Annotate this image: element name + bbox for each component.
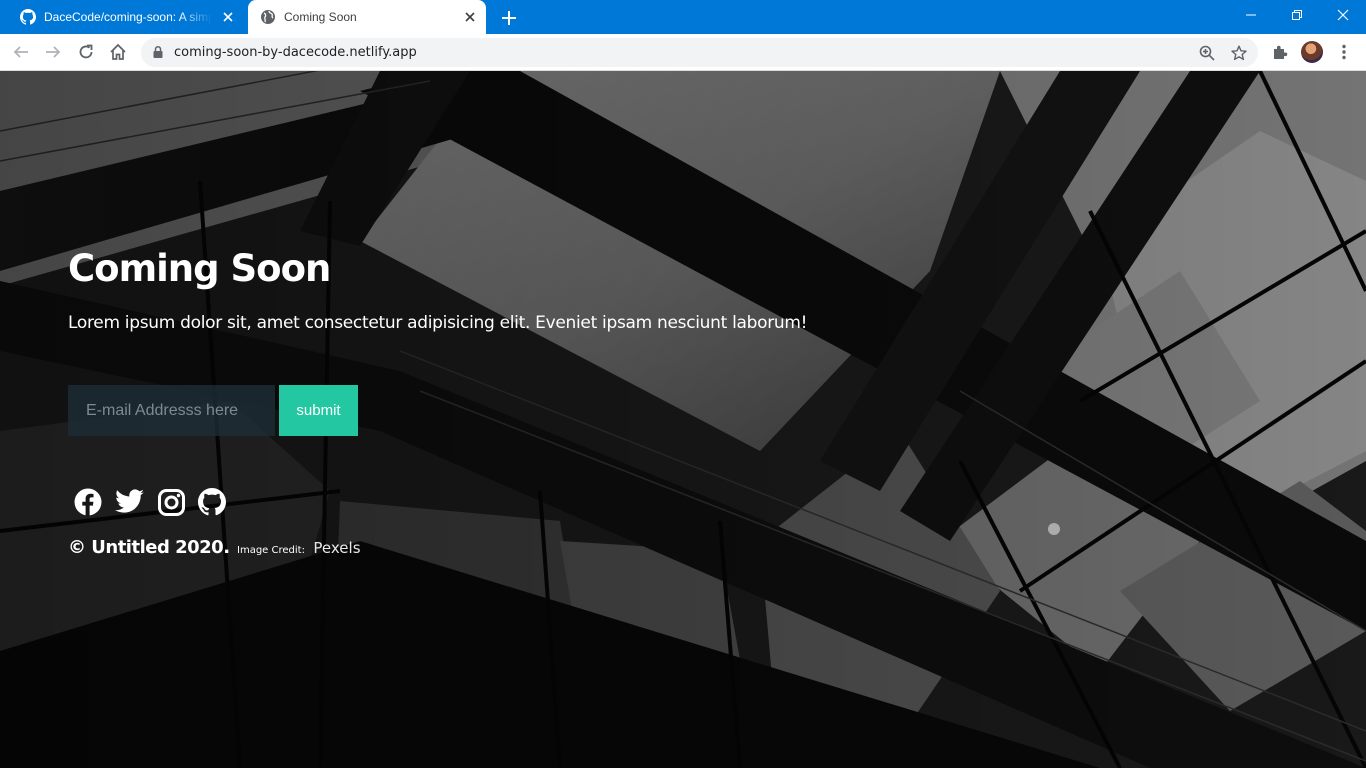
forward-button[interactable] — [40, 39, 66, 65]
avatar[interactable] — [1301, 41, 1323, 63]
restore-icon — [1292, 10, 1302, 20]
close-icon[interactable] — [218, 7, 238, 27]
github-icon[interactable] — [197, 487, 227, 517]
plus-icon — [502, 11, 516, 25]
copyright-text: © Untitled 2020. — [68, 537, 230, 558]
restore-button[interactable] — [1274, 0, 1320, 30]
image-credit-label: Image Credit: — [237, 545, 305, 556]
facebook-icon[interactable] — [73, 487, 103, 517]
page-viewport: Coming Soon Lorem ipsum dolor sit, amet … — [0, 71, 1366, 768]
arrow-right-icon — [46, 46, 61, 58]
star-icon[interactable] — [1229, 43, 1249, 63]
submit-button[interactable]: submit — [279, 385, 358, 436]
close-icon[interactable] — [460, 7, 480, 27]
puzzle-icon — [1274, 45, 1288, 59]
home-icon — [110, 43, 126, 60]
browser-toolbar: coming-soon-by-dacecode.netlify.app — [0, 34, 1366, 71]
page-title: Coming Soon — [68, 247, 331, 290]
tab-coming-soon[interactable]: Coming Soon — [248, 0, 486, 34]
tab-github[interactable]: DaceCode/coming-soon: A simple coming so… — [8, 0, 244, 34]
address-bar[interactable]: coming-soon-by-dacecode.netlify.app — [141, 38, 1258, 67]
tab-strip: DaceCode/coming-soon: A simple coming so… — [0, 0, 1366, 34]
close-icon — [1337, 9, 1349, 21]
arrow-left-icon — [13, 46, 28, 58]
reload-icon — [79, 44, 93, 59]
new-tab-button[interactable] — [498, 7, 520, 29]
lock-icon — [151, 45, 165, 59]
globe-icon — [260, 9, 276, 25]
page-subtitle: Lorem ipsum dolor sit, amet consectetur … — [68, 313, 808, 333]
url-text: coming-soon-by-dacecode.netlify.app — [174, 45, 417, 60]
twitter-icon[interactable] — [115, 487, 145, 517]
home-button[interactable] — [105, 39, 131, 65]
github-icon — [20, 9, 36, 25]
minimize-icon — [1246, 14, 1256, 16]
email-input[interactable] — [68, 385, 275, 436]
zoom-icon[interactable] — [1197, 43, 1217, 63]
pexels-link[interactable]: Pexels — [313, 539, 360, 557]
back-button[interactable] — [8, 39, 34, 65]
minimize-button[interactable] — [1228, 0, 1274, 30]
kebab-menu-icon — [1342, 44, 1346, 60]
menu-button[interactable] — [1331, 39, 1357, 65]
tab-title: DaceCode/coming-soon: A simple coming so… — [44, 10, 212, 24]
instagram-icon[interactable] — [156, 487, 186, 517]
reload-button[interactable] — [73, 39, 99, 65]
close-window-button[interactable] — [1320, 0, 1366, 30]
footer: © Untitled 2020. Image Credit: Pexels — [68, 537, 361, 558]
tab-title: Coming Soon — [284, 10, 357, 24]
extensions-button[interactable] — [1267, 39, 1293, 65]
